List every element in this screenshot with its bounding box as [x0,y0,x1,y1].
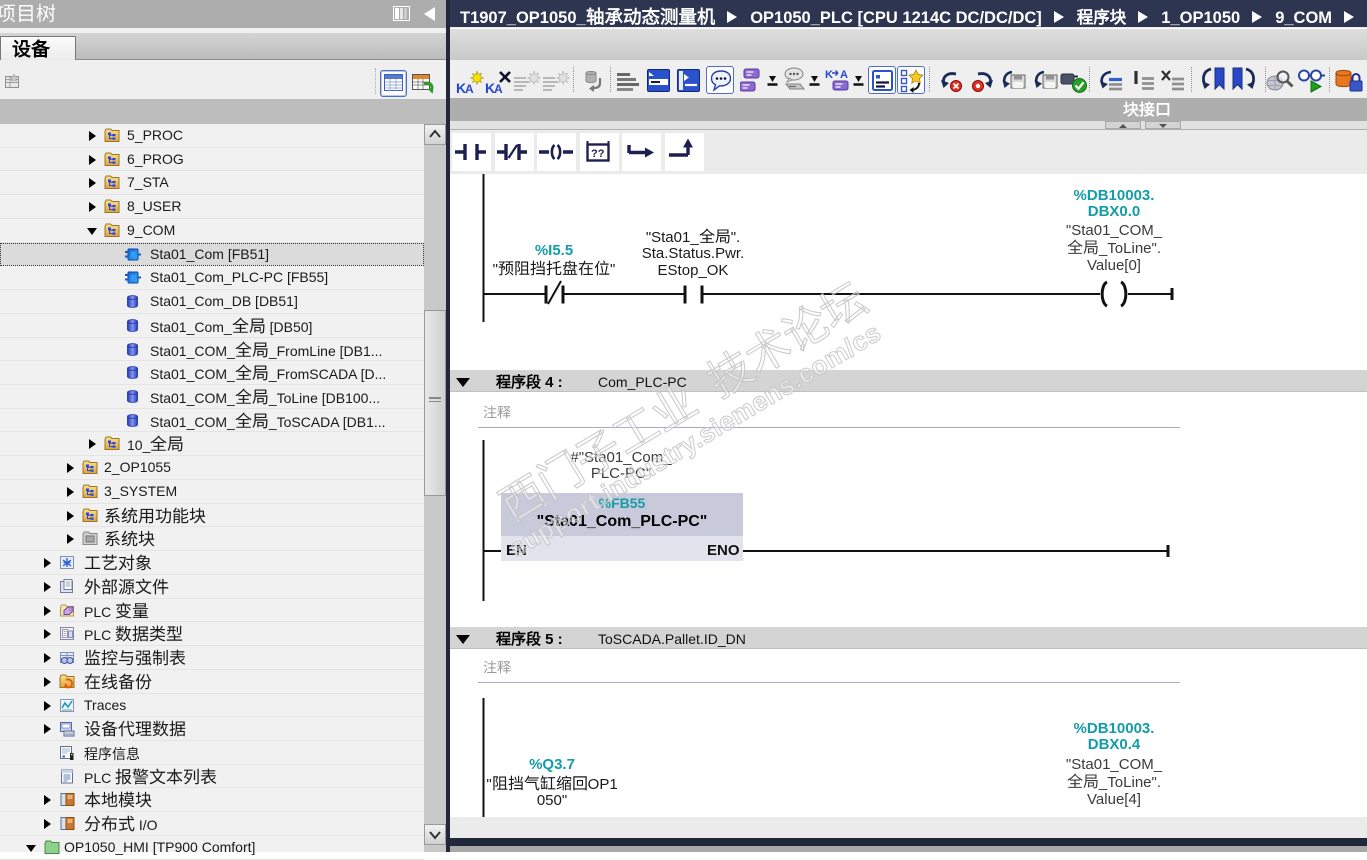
svg-text:??: ?? [591,148,605,160]
svg-text:A: A [840,69,848,81]
svg-text:A: A [494,82,503,94]
svg-text:A: A [465,82,474,94]
svg-text:K: K [825,69,833,81]
